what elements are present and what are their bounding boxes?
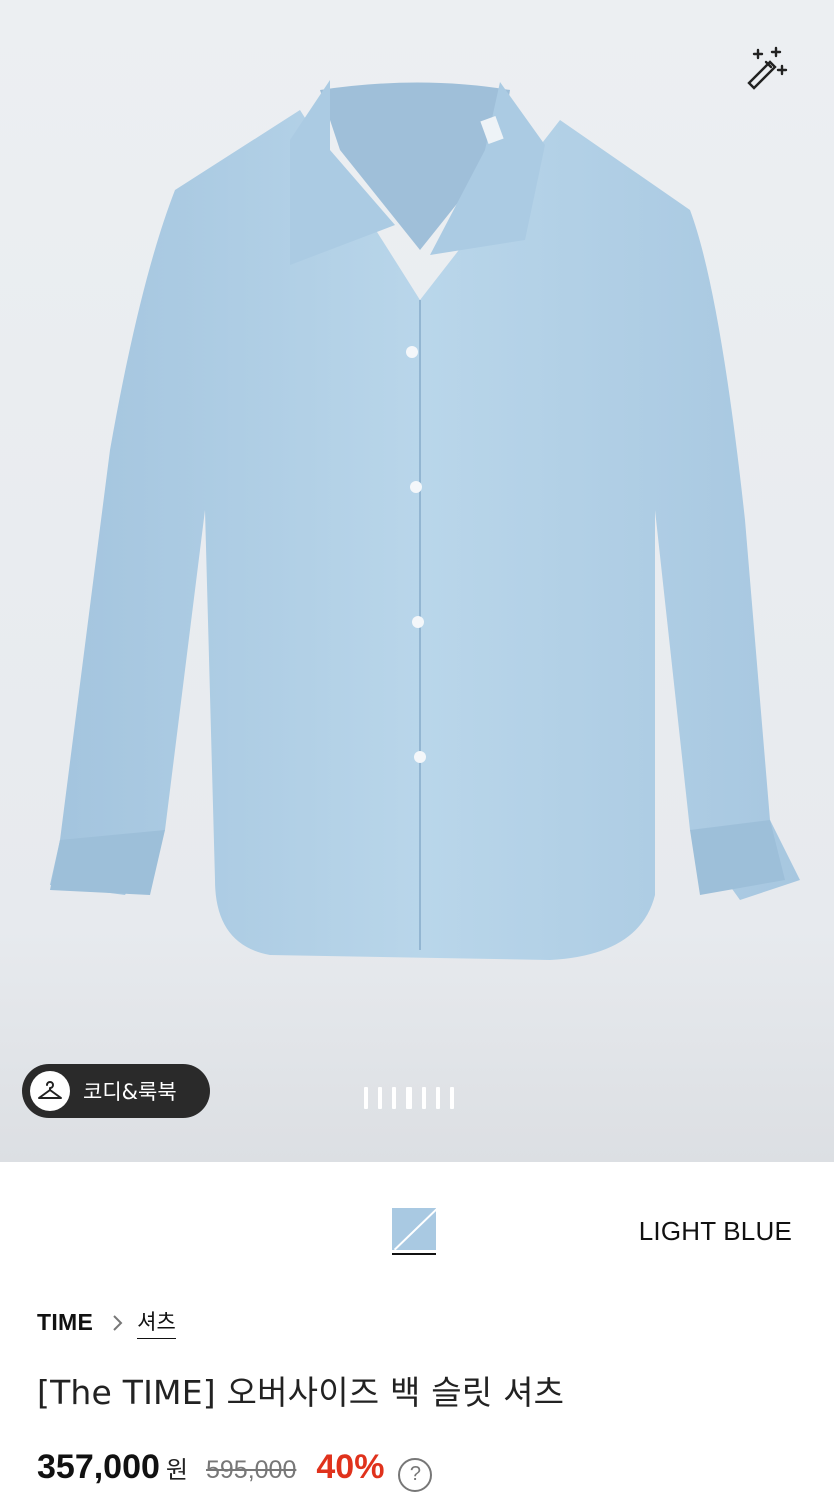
original-price: 595,000: [206, 1456, 297, 1484]
carousel-dot[interactable]: [392, 1087, 396, 1109]
product-title: [The TIME] 오버사이즈 백 슬릿 셔츠: [37, 1373, 565, 1412]
discount-rate: 40%: [316, 1448, 385, 1486]
color-selector: LIGHT BLUE: [0, 1162, 834, 1272]
product-image-carousel[interactable]: 코디&룩북: [0, 0, 834, 1162]
magic-wand-icon: [747, 46, 788, 90]
coordi-lookbook-button[interactable]: 코디&룩북: [22, 1064, 210, 1118]
carousel-dot[interactable]: [436, 1087, 440, 1109]
magic-wand-button[interactable]: [740, 44, 792, 96]
carousel-dot[interactable]: [364, 1087, 368, 1109]
carousel-dot[interactable]: [406, 1087, 412, 1109]
brand-link[interactable]: TIME: [37, 1309, 93, 1336]
selected-color-name: LIGHT BLUE: [638, 1216, 792, 1246]
question-icon[interactable]: ?: [398, 1457, 433, 1492]
carousel-dot[interactable]: [378, 1087, 382, 1109]
carousel-indicator: [364, 1087, 454, 1109]
currency-unit: 원: [165, 1456, 188, 1484]
chevron-right-icon: [113, 1314, 123, 1331]
hanger-icon: [30, 1071, 70, 1111]
sale-price: 357,000: [37, 1448, 160, 1486]
category-link[interactable]: 셔츠: [137, 1306, 176, 1339]
carousel-dot[interactable]: [422, 1087, 426, 1109]
carousel-dot[interactable]: [450, 1087, 454, 1109]
product-image: [50, 80, 800, 960]
color-swatch-light-blue[interactable]: [392, 1208, 436, 1255]
price-row: 357,000 원 595,000 40% ?: [37, 1448, 433, 1492]
breadcrumb: TIME 셔츠: [37, 1306, 176, 1339]
coordi-label: 코디&룩북: [83, 1080, 177, 1104]
